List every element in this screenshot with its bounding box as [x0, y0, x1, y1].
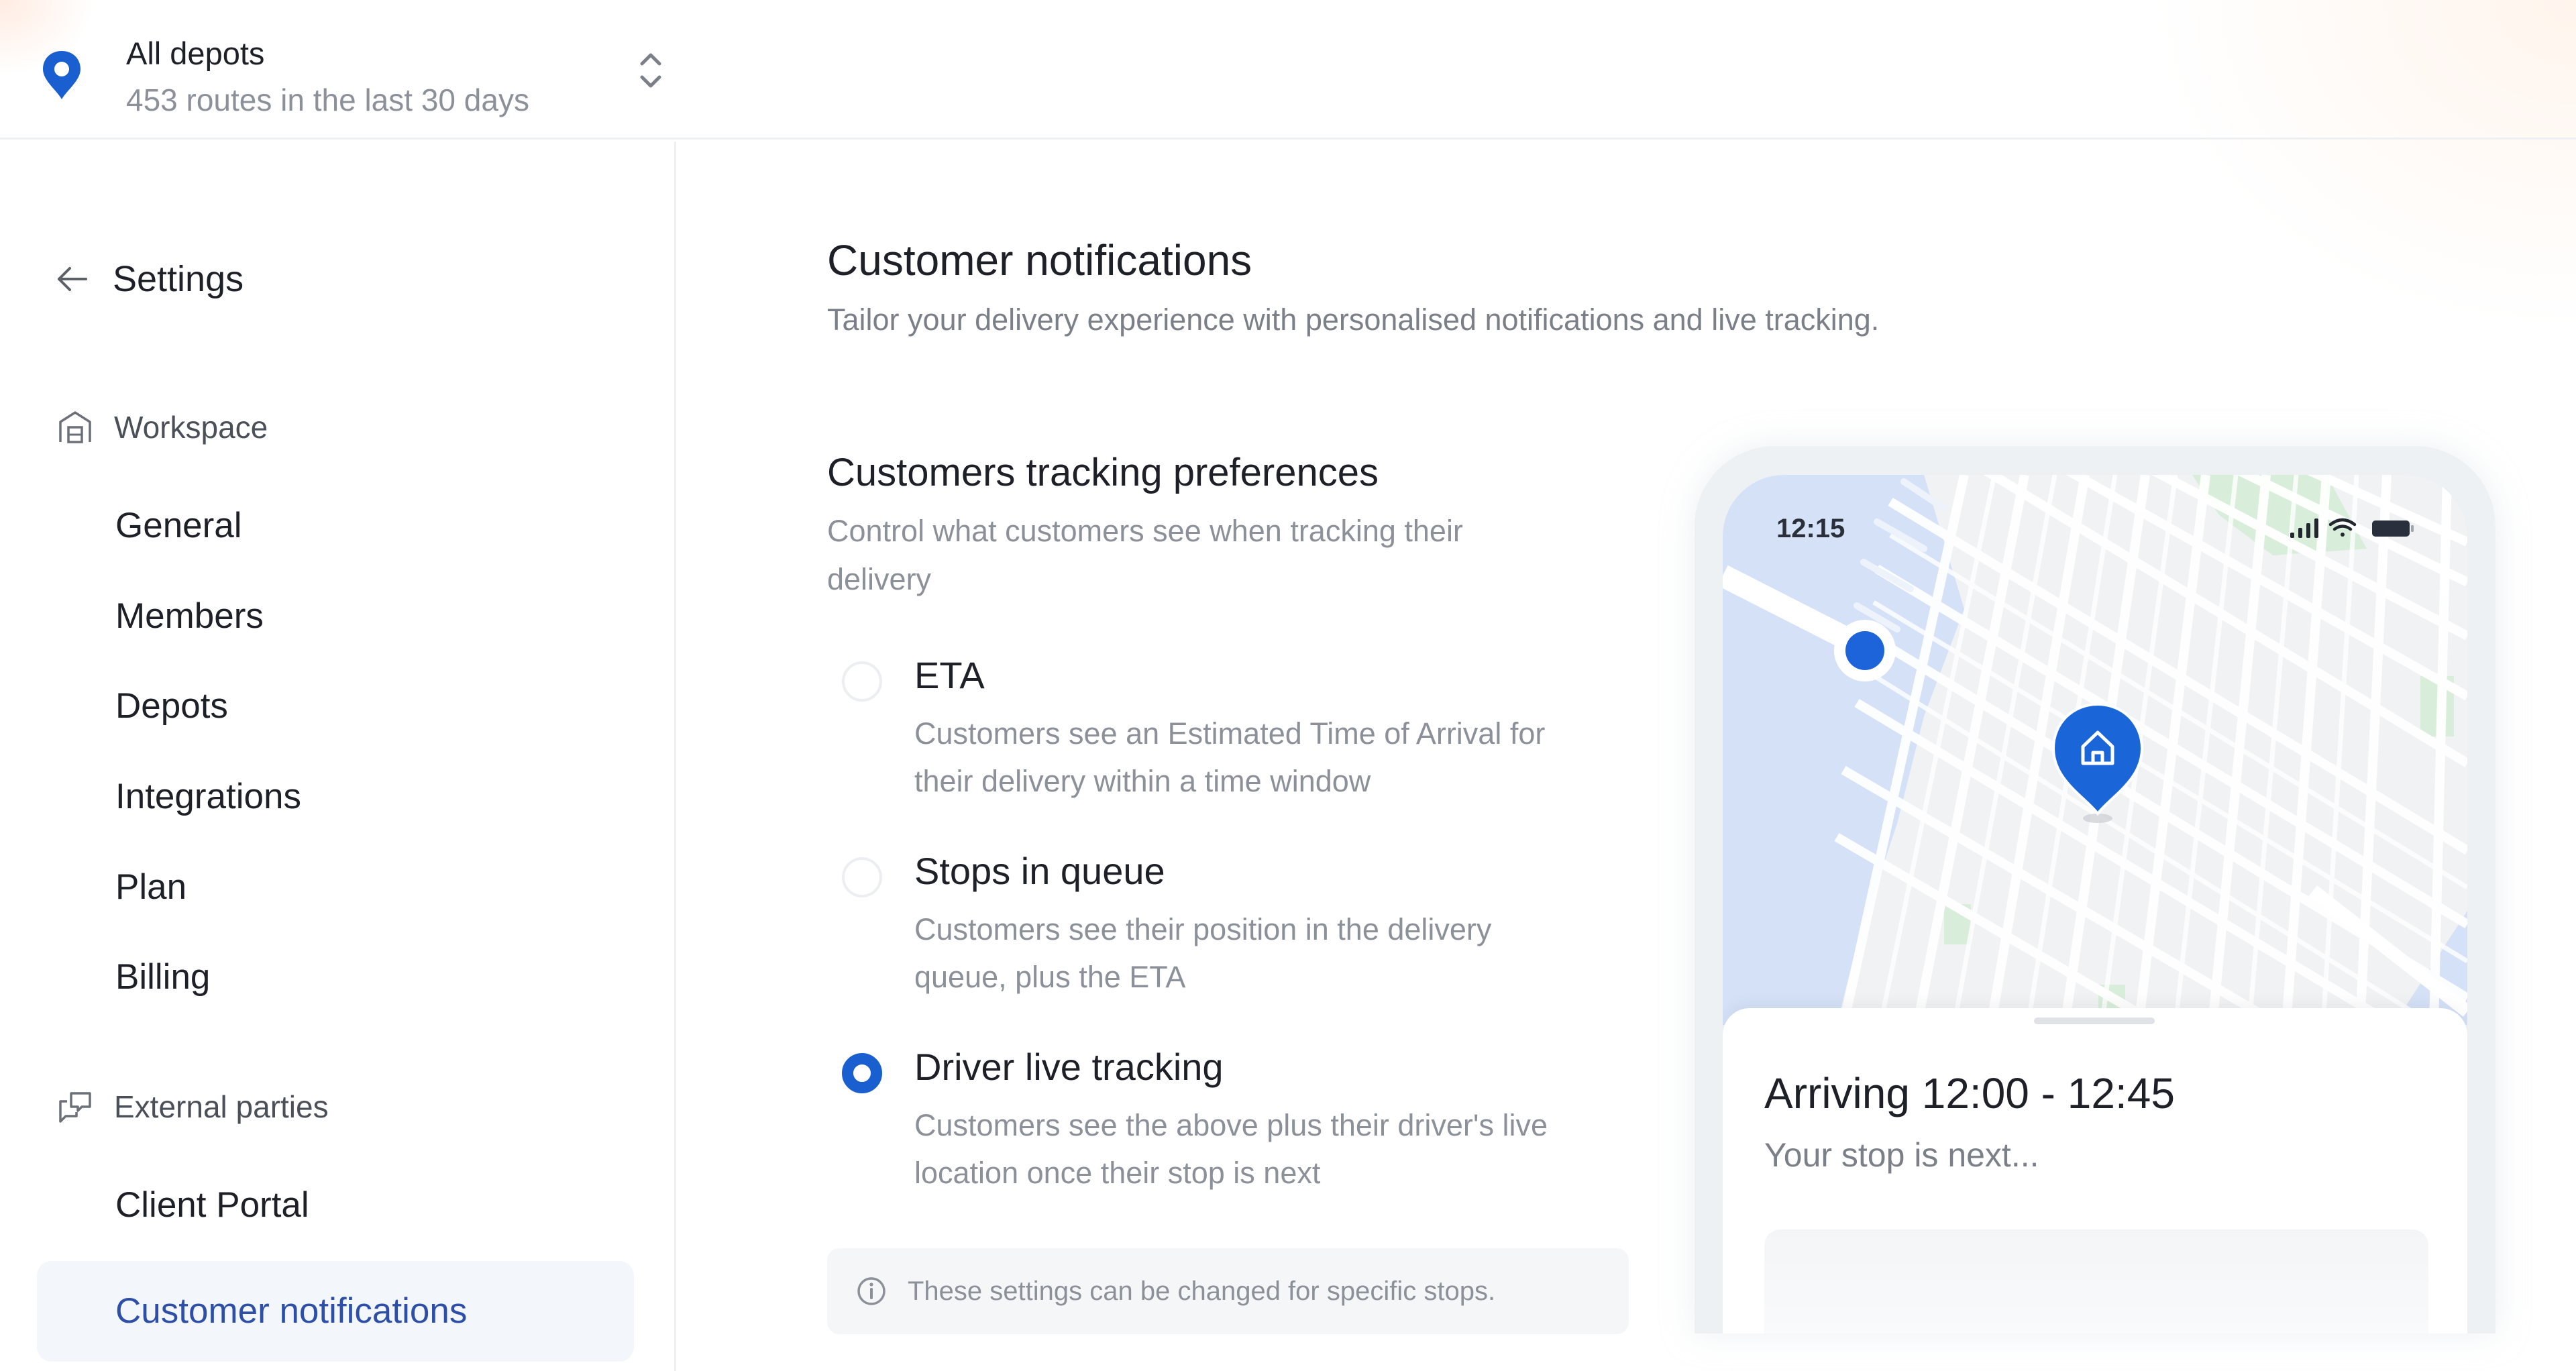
- page-subtitle: Tailor your delivery experience with per…: [827, 303, 1880, 337]
- sidebar-item-customer-notifications[interactable]: Customer notifications: [37, 1261, 634, 1362]
- info-icon: [857, 1277, 885, 1305]
- sidebar-group-workspace: Workspace: [56, 404, 268, 451]
- sheet-drag-handle[interactable]: [2034, 1018, 2155, 1024]
- top-header: All depots 453 routes in the last 30 day…: [0, 0, 2576, 140]
- chevron-up-down-icon[interactable]: [634, 44, 667, 97]
- option-description: Customers see their position in the deli…: [914, 912, 1492, 994]
- sidebar-item-integrations[interactable]: Integrations: [115, 770, 585, 824]
- arrival-window: Arriving 12:00 - 12:45: [1764, 1069, 2175, 1117]
- option-description: Customers see the above plus their drive…: [914, 1108, 1548, 1190]
- section-title: Customers tracking preferences: [827, 451, 1379, 494]
- option-label: Stops in queue: [914, 850, 1165, 892]
- tracking-map: [1723, 475, 2467, 1025]
- sidebar-group-external-parties: External parties: [56, 1083, 329, 1130]
- sheet-placeholder-card: [1764, 1229, 2428, 1333]
- chat-bubbles-icon: [59, 1092, 91, 1123]
- settings-label: Settings: [113, 259, 244, 299]
- sidebar-item-billing[interactable]: Billing: [115, 950, 585, 1004]
- driver-location-dot: [1834, 620, 1896, 681]
- option-description: Customers see an Estimated Time of Arriv…: [914, 716, 1546, 798]
- phone-preview: 12:15 Arriving 12:00 - 12:45 Your stop i…: [1695, 446, 2496, 1333]
- section-description: Control what customers see when tracking…: [827, 514, 1463, 596]
- wifi-icon: [2328, 518, 2357, 537]
- map-pin-icon: [43, 51, 80, 99]
- delivery-status-sheet: Arriving 12:00 - 12:45 Your stop is next…: [1723, 1008, 2467, 1333]
- sidebar-item-plan[interactable]: Plan: [115, 861, 585, 914]
- back-to-settings-link[interactable]: Settings: [54, 252, 322, 306]
- depot-name: All depots: [126, 36, 265, 71]
- arrow-left-icon: [58, 267, 87, 291]
- phone-screen: 12:15 Arriving 12:00 - 12:45 Your stop i…: [1723, 475, 2467, 1333]
- info-note: These settings can be changed for specif…: [827, 1248, 1629, 1334]
- stop-status: Your stop is next...: [1764, 1136, 2039, 1174]
- info-note-text: These settings can be changed for specif…: [908, 1276, 1496, 1306]
- status-bar-icons: [2290, 518, 2414, 538]
- sidebar-item-general[interactable]: General: [115, 499, 585, 553]
- building-icon: [59, 411, 91, 443]
- sidebar-item-depots[interactable]: Depots: [115, 679, 585, 733]
- sidebar-item-client-portal[interactable]: Client Portal: [115, 1178, 585, 1232]
- settings-sidebar: Settings Workspace General Members Depot…: [0, 142, 676, 1371]
- page-title: Customer notifications: [827, 236, 1252, 284]
- depot-route-summary: 453 routes in the last 30 days: [126, 83, 529, 117]
- battery-icon: [2372, 520, 2414, 537]
- signal-icon: [2290, 518, 2318, 538]
- depot-selector[interactable]: All depots 453 routes in the last 30 day…: [27, 13, 684, 127]
- sidebar-group-label: Workspace: [114, 410, 268, 445]
- sidebar-group-label: External parties: [114, 1089, 329, 1124]
- sidebar-item-members[interactable]: Members: [115, 590, 585, 643]
- radio-eta[interactable]: [842, 661, 882, 702]
- radio-driver-live-tracking[interactable]: [842, 1053, 882, 1093]
- status-bar-time: 12:15: [1776, 514, 1845, 543]
- radio-stops-in-queue[interactable]: [842, 857, 882, 897]
- option-label: ETA: [914, 654, 985, 696]
- option-label: Driver live tracking: [914, 1046, 1224, 1088]
